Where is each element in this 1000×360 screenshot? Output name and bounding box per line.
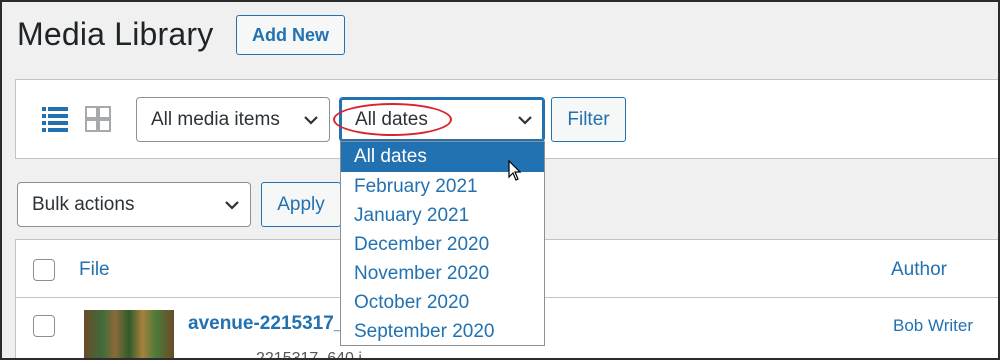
media-type-select[interactable]: All media items [136,97,330,142]
column-author[interactable]: Author [891,259,947,281]
date-option[interactable]: September 2020 [341,317,544,346]
mouse-cursor-icon [508,160,522,181]
add-new-button[interactable]: Add New [236,15,345,55]
annotation-ellipse [333,103,452,136]
author-link[interactable]: Bob Writer [893,316,973,336]
file-name-link[interactable]: avenue-2215317_ [188,313,344,335]
chevron-down-icon [518,115,532,125]
date-option[interactable]: January 2021 [341,201,544,230]
chevron-down-icon [225,200,239,210]
apply-button[interactable]: Apply [261,182,341,227]
filter-button[interactable]: Filter [551,97,626,142]
grid-view-icon[interactable] [84,105,112,133]
row-checkbox[interactable] [33,315,55,337]
chevron-down-icon [304,115,318,125]
bulk-actions-value: Bulk actions [32,193,135,215]
media-type-value: All media items [151,108,280,130]
column-file[interactable]: File [79,259,110,281]
date-option[interactable]: October 2020 [341,288,544,317]
date-option[interactable]: November 2020 [341,259,544,288]
select-all-checkbox[interactable] [33,259,55,281]
bulk-actions-select[interactable]: Bulk actions [17,182,251,227]
page-title: Media Library [17,16,214,52]
file-name-secondary: 2215317_640.j [256,350,362,360]
list-view-icon[interactable] [41,105,69,133]
date-option[interactable]: December 2020 [341,230,544,259]
file-thumbnail[interactable] [84,310,174,360]
